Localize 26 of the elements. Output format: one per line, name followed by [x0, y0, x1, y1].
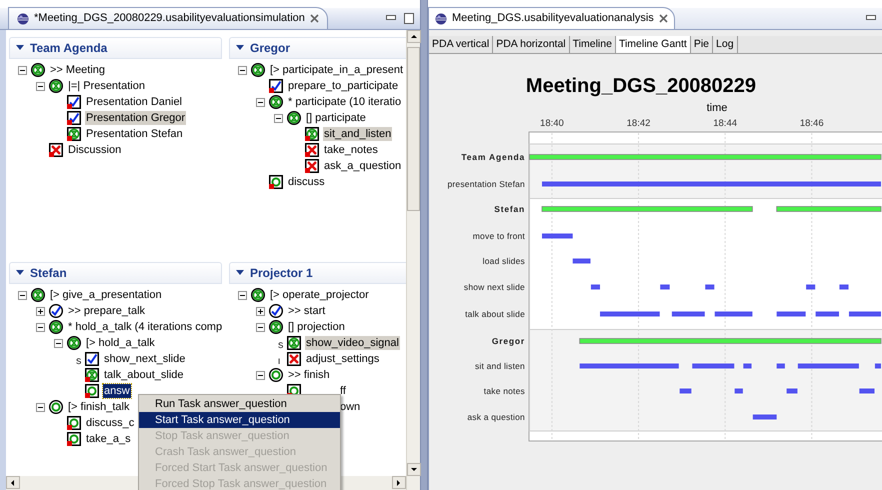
row-label: move to front	[472, 231, 525, 241]
row-label: presentation Stefan	[447, 179, 525, 189]
tab-title: Meeting_DGS.usabilityevaluationanalysis	[452, 11, 654, 26]
tick-label: 18:40	[540, 118, 564, 129]
chart-title: Meeting_DGS_20080229	[526, 75, 756, 97]
tick-label: 18:46	[800, 118, 824, 129]
task-type-letter: I	[278, 357, 280, 366]
section-title: Gregor	[250, 40, 290, 57]
row-label: sit and listen	[474, 361, 525, 371]
row-label: Stefan	[494, 204, 525, 214]
task-type-letter: S	[278, 341, 284, 350]
tick-label: 18:44	[713, 118, 738, 129]
row-label: Team Agenda	[461, 152, 525, 162]
axis-label: time	[706, 102, 728, 114]
row-label: take notes	[484, 386, 525, 396]
section-title: Team Agenda	[30, 40, 108, 57]
tick-label: 18:42	[626, 118, 650, 129]
section-title: Stefan	[30, 265, 67, 282]
row-label: load slides	[482, 256, 525, 266]
row-label: show next slide	[464, 282, 525, 292]
tab-title: *Meeting_DGS_20080229.usabilityevaluationsimulation	[34, 11, 305, 26]
section-title: Projector 1	[250, 265, 313, 282]
row-label: ask a question	[467, 412, 525, 422]
row-label: talk about slide	[465, 309, 525, 319]
task-type-letter: S	[76, 357, 82, 366]
row-label: Gregor	[492, 336, 525, 346]
